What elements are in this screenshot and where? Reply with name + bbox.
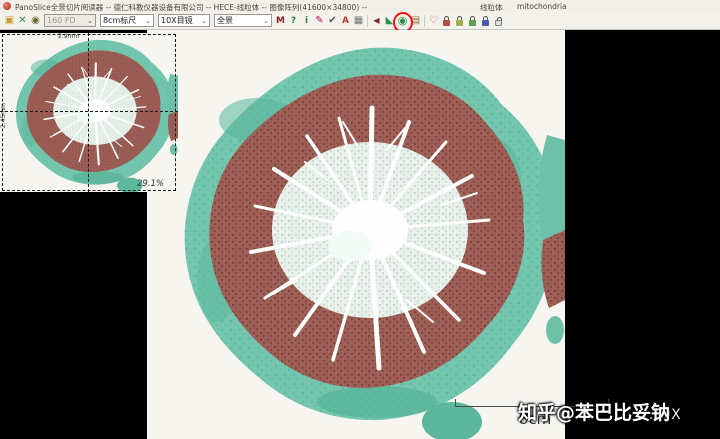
back-arrow-icon[interactable]: ◀	[370, 14, 383, 28]
application-window: PanoSlice全景切片阅读器 -- 德仁科教仪器设备有限公司 -- HECE…	[0, 0, 720, 439]
toolbar-separator	[367, 15, 368, 27]
lock-gray-icon[interactable]	[495, 20, 502, 26]
measure-m-icon[interactable]: M	[274, 14, 287, 28]
target-glyph: ◉	[398, 14, 408, 28]
info-icon[interactable]: i	[300, 14, 313, 28]
eyepiece-select-value: 10X目镜	[161, 15, 193, 26]
fd-select[interactable]: 160 FD ⌄	[44, 14, 96, 27]
thumbnail-tissue-image	[0, 33, 178, 192]
hand-tool-icon[interactable]: ✔	[326, 14, 339, 28]
fd-select-value: 160 FD	[47, 16, 76, 25]
chevron-down-icon: ⌄	[87, 17, 93, 25]
target-circle-icon[interactable]: ◉	[396, 14, 409, 28]
pencil-annotate-icon[interactable]: ✎	[313, 14, 326, 28]
lock-yellow-icon[interactable]	[456, 20, 463, 26]
grid-icon[interactable]: ▦	[352, 14, 365, 28]
chevron-down-icon: ⌄	[145, 17, 151, 25]
view-mode-select-value: 全景	[217, 15, 233, 26]
image-capture-icon[interactable]: ▤	[409, 14, 422, 28]
ruler-select-value: 8cm标尺	[103, 15, 136, 26]
overview-thumbnail-panel[interactable]: 2.9mm 2.45mm 29.1%	[0, 33, 178, 192]
lock-green-icon[interactable]	[469, 20, 476, 26]
thumbnail-vertical-ruler-label: 2.45mm	[0, 103, 7, 128]
objective-lens-icon[interactable]: ◉	[29, 14, 42, 28]
eyepiece-select[interactable]: 10X目镜 ⌄	[158, 14, 210, 27]
slide-tissue-image	[147, 30, 565, 439]
thumbnail-horizontal-ruler-label: 2.9mm	[58, 33, 79, 40]
ruler-select[interactable]: 8cm标尺 ⌄	[100, 14, 154, 27]
main-toolbar: ▣ ✕ ◉ 160 FD⌄ 8cm标尺⌄ 10X目镜⌄ 全景⌄ M ? i ✎ …	[0, 12, 720, 30]
thumbnail-zoom-percent: 29.1%	[137, 179, 164, 189]
toolbar-separator	[424, 15, 425, 27]
lock-blue-icon[interactable]	[482, 20, 489, 26]
chevron-down-icon: ⌄	[201, 17, 207, 25]
open-folder-icon[interactable]: ▣	[3, 14, 16, 28]
chevron-down-icon: ⌄	[263, 17, 269, 25]
view-mode-select[interactable]: 全景 ⌄	[214, 14, 272, 27]
window-title-subject-en: mitochondria	[517, 2, 567, 11]
text-label-icon[interactable]: A	[339, 14, 352, 28]
lock-red-icon[interactable]	[443, 20, 450, 26]
heart-favorite-icon[interactable]: ♡	[427, 14, 440, 28]
app-logo-icon	[3, 2, 11, 10]
slide-viewer-canvas[interactable]	[147, 30, 565, 439]
protractor-icon[interactable]: ◣	[383, 14, 396, 28]
fit-view-icon[interactable]: ✕	[16, 14, 29, 28]
watermark-text: 知乎@苯巴比妥钠	[518, 398, 670, 425]
help-icon[interactable]: ?	[287, 14, 300, 28]
